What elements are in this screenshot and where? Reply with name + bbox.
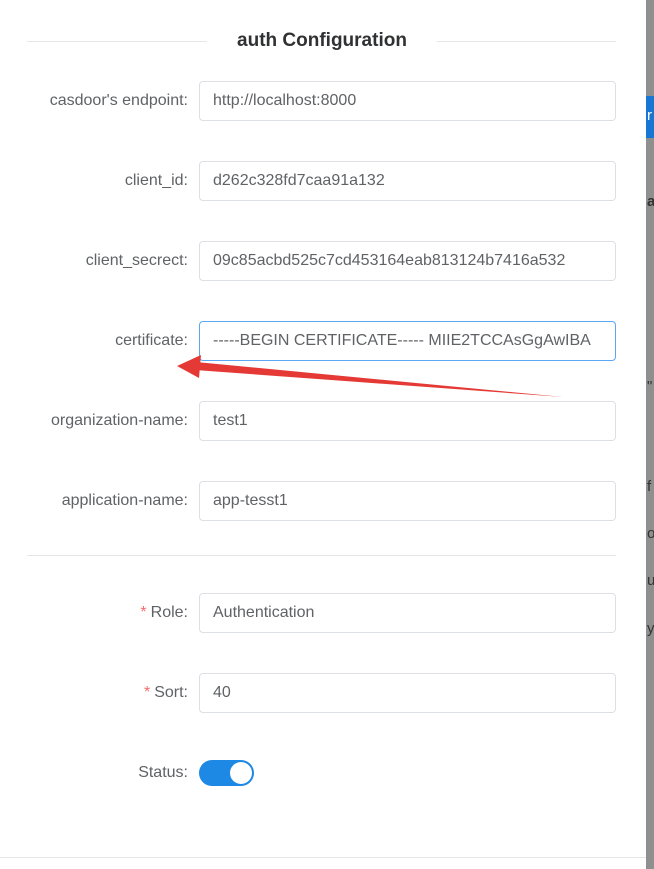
sort-input[interactable]: 40 [199, 673, 616, 713]
divider-line-right [437, 41, 616, 42]
organization-input[interactable]: test1 [199, 401, 616, 441]
status-label: Status: [138, 764, 188, 781]
section-separator [27, 555, 616, 556]
endpoint-label: casdoor's endpoint: [49, 92, 188, 109]
form-row-application: application-name: app-tesst1 [0, 481, 646, 521]
required-mark: * [140, 604, 147, 621]
organization-label: organization-name: [51, 412, 188, 429]
sort-label: * Sort: [143, 684, 188, 701]
toggle-knob [230, 762, 252, 784]
role-label: * Role: [140, 604, 188, 621]
background-text-5: o [647, 525, 654, 542]
section-title: auth Configuration [237, 30, 407, 51]
background-text-2: a [647, 193, 654, 210]
organization-value: test1 [213, 412, 248, 429]
application-label: application-name: [61, 492, 188, 509]
client-secret-value: 09c85acbd525c7cd453164eab813124b7416a532 [213, 252, 566, 269]
sort-value: 40 [213, 684, 231, 701]
form-row-role: * Role: Authentication [0, 593, 646, 633]
divider-line-left [27, 41, 207, 42]
form-row-status: Status: [0, 753, 646, 793]
form-row-certificate: certificate: -----BEGIN CERTIFICATE-----… [0, 321, 646, 361]
client-id-label: client_id: [124, 172, 188, 189]
background-text-7: y [647, 620, 654, 637]
client-secret-input[interactable]: 09c85acbd525c7cd453164eab813124b7416a532 [199, 241, 616, 281]
background-text-1: r [647, 107, 652, 124]
client-secret-label: client_secrect: [85, 252, 188, 269]
endpoint-value: http://localhost:8000 [213, 92, 357, 109]
arrow-shaft [195, 362, 563, 397]
config-dialog: auth Configuration casdoor's endpoint: h… [0, 0, 646, 869]
endpoint-input[interactable]: http://localhost:8000 [199, 81, 616, 121]
client-id-input[interactable]: d262c328fd7caa91a132 [199, 161, 616, 201]
role-input[interactable]: Authentication [199, 593, 616, 633]
status-toggle[interactable] [199, 760, 254, 786]
role-value: Authentication [213, 604, 315, 621]
background-text-3: " [647, 378, 653, 395]
form-row-client-id: client_id: d262c328fd7caa91a132 [0, 161, 646, 201]
background-text-4: f [647, 478, 652, 495]
certificate-input[interactable]: -----BEGIN CERTIFICATE----- MIIE2TCCAsGg… [199, 321, 616, 361]
certificate-label: certificate: [115, 332, 188, 349]
background-page-edge [646, 0, 654, 869]
background-text-6: u [647, 572, 654, 589]
form-row-client-secret: client_secrect: 09c85acbd525c7cd453164ea… [0, 241, 646, 281]
required-mark: * [143, 684, 151, 701]
section-divider: auth Configuration [27, 28, 616, 56]
form-row-organization: organization-name: test1 [0, 401, 646, 441]
client-id-value: d262c328fd7caa91a132 [213, 172, 385, 189]
application-value: app-tesst1 [213, 492, 288, 509]
certificate-value: -----BEGIN CERTIFICATE----- MIIE2TCCAsGg… [213, 332, 591, 349]
form-row-sort: * Sort: 40 [0, 673, 646, 713]
form-row-endpoint: casdoor's endpoint: http://localhost:800… [0, 81, 646, 121]
footer-separator [0, 857, 646, 858]
application-input[interactable]: app-tesst1 [199, 481, 616, 521]
